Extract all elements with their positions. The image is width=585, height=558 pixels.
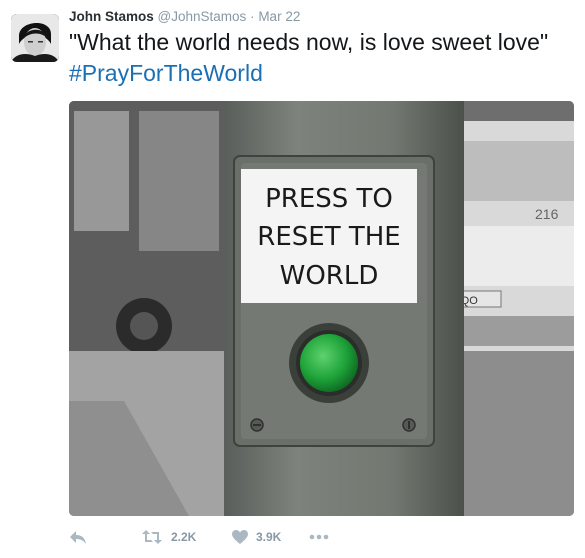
sign-line-2: RESET THE: [257, 222, 400, 252]
reply-button[interactable]: [69, 525, 87, 549]
bus-number-text: 216: [535, 206, 559, 222]
retweet-icon: [141, 529, 163, 545]
more-dots-icon: [309, 534, 329, 540]
like-count: 3.9K: [256, 530, 282, 544]
separator-dot: ·: [250, 9, 255, 24]
tweet-header: John Stamos @JohnStamos · Mar 22: [69, 8, 300, 26]
tweet-timestamp[interactable]: Mar 22: [258, 9, 300, 24]
sign-line-3: WORLD: [280, 261, 379, 291]
hashtag-link[interactable]: #PrayForTheWorld: [69, 60, 263, 86]
heart-icon: [232, 529, 248, 545]
tweet-text: "What the world needs now, is love sweet…: [69, 27, 574, 89]
reply-icon: [69, 529, 87, 545]
tweet-body: "What the world needs now, is love sweet…: [69, 29, 549, 55]
sign-line-1: PRESS TO: [265, 184, 393, 214]
retweet-count: 2.2K: [171, 530, 197, 544]
retweet-button[interactable]: 2.2K: [141, 525, 196, 549]
author-handle[interactable]: @JohnStamos: [158, 9, 247, 24]
like-button[interactable]: 3.9K: [232, 525, 281, 549]
author-name[interactable]: John Stamos: [69, 9, 154, 24]
more-button[interactable]: [309, 525, 329, 549]
tweet-photo[interactable]: 216 4-39-QO PRESS TO RESET THE WORLD: [69, 101, 574, 516]
avatar[interactable]: [11, 14, 59, 62]
tweet-actions: 2.2K 3.9K: [69, 525, 574, 549]
